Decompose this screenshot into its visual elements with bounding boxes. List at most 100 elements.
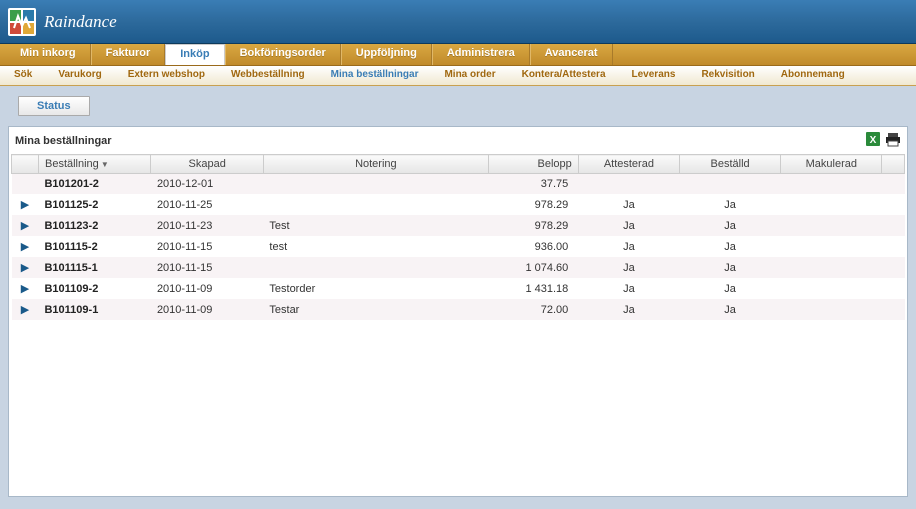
sub-tab-abonnemang[interactable]: Abonnemang xyxy=(773,66,853,85)
cell-amount: 978.29 xyxy=(488,215,578,236)
cell-attested: Ja xyxy=(578,278,679,299)
status-bar: Status xyxy=(8,86,908,126)
cell-ordered: Ja xyxy=(680,278,781,299)
cell-amount: 978.29 xyxy=(488,194,578,215)
cell-spacer xyxy=(882,236,905,257)
svg-text:X: X xyxy=(870,135,877,146)
expand-cell xyxy=(12,174,39,195)
cell-note: Testorder xyxy=(263,278,488,299)
sub-tab-kontera-attestera[interactable]: Kontera/Attestera xyxy=(514,66,614,85)
panel-header: Mina beställningar X xyxy=(11,129,905,154)
table-row[interactable]: B101201-22010-12-0137.75 xyxy=(12,174,905,195)
expand-cell[interactable]: ▶ xyxy=(12,215,39,236)
sub-tab-sök[interactable]: Sök xyxy=(6,66,40,85)
cell-note xyxy=(263,194,488,215)
cell-cancelled xyxy=(781,215,882,236)
col-ordered[interactable]: Beställd xyxy=(680,155,781,174)
cell-cancelled xyxy=(781,299,882,320)
expand-arrow-icon[interactable]: ▶ xyxy=(21,241,29,253)
status-button[interactable]: Status xyxy=(18,96,90,116)
sub-tab-bar: Sök Varukorg Extern webshop Webbeställning M… xyxy=(0,66,916,86)
cell-note: Test xyxy=(263,215,488,236)
expand-cell[interactable]: ▶ xyxy=(12,278,39,299)
table-row[interactable]: ▶B101123-22010-11-23Test978.29JaJa xyxy=(12,215,905,236)
app-header: Raindance xyxy=(0,0,916,44)
cell-attested: Ja xyxy=(578,299,679,320)
cell-note xyxy=(263,257,488,278)
cell-amount: 1 074.60 xyxy=(488,257,578,278)
main-tab-inköp[interactable]: Inköp xyxy=(165,44,224,65)
sub-tab-varukorg[interactable]: Varukorg xyxy=(50,66,109,85)
expand-cell[interactable]: ▶ xyxy=(12,236,39,257)
main-tab-uppföljning[interactable]: Uppföljning xyxy=(341,44,432,65)
expand-cell[interactable]: ▶ xyxy=(12,299,39,320)
panel-title: Mina beställningar xyxy=(15,135,112,147)
col-note[interactable]: Notering xyxy=(263,155,488,174)
cell-ordered: Ja xyxy=(680,236,781,257)
content-area: Status Mina beställningar X Beställning▼… xyxy=(0,86,916,509)
cell-spacer xyxy=(882,174,905,195)
cell-amount: 72.00 xyxy=(488,299,578,320)
sort-desc-icon: ▼ xyxy=(101,160,109,169)
excel-export-icon[interactable]: X xyxy=(865,131,881,150)
cell-cancelled xyxy=(781,236,882,257)
cell-created: 2010-11-25 xyxy=(151,194,263,215)
orders-table: Beställning▼ Skapad Notering Belopp Atte… xyxy=(11,154,905,320)
main-tab-min-inkorg[interactable]: Min inkorg xyxy=(6,44,91,65)
sub-tab-extern-webshop[interactable]: Extern webshop xyxy=(120,66,213,85)
sub-tab-webbeställning[interactable]: Webbeställning xyxy=(223,66,313,85)
table-row[interactable]: ▶B101115-12010-11-151 074.60JaJa xyxy=(12,257,905,278)
expand-cell[interactable]: ▶ xyxy=(12,194,39,215)
cell-attested: Ja xyxy=(578,194,679,215)
cell-amount: 37.75 xyxy=(488,174,578,195)
expand-arrow-icon[interactable]: ▶ xyxy=(21,262,29,274)
cell-created: 2010-11-23 xyxy=(151,215,263,236)
col-amount[interactable]: Belopp xyxy=(488,155,578,174)
expand-arrow-icon[interactable]: ▶ xyxy=(21,283,29,295)
cell-order: B101123-2 xyxy=(38,215,150,236)
expand-arrow-icon[interactable]: ▶ xyxy=(21,304,29,316)
col-order[interactable]: Beställning▼ xyxy=(38,155,150,174)
cell-order: B101109-2 xyxy=(38,278,150,299)
cell-created: 2010-11-15 xyxy=(151,257,263,278)
print-icon[interactable] xyxy=(885,131,901,150)
expand-arrow-icon[interactable]: ▶ xyxy=(21,220,29,232)
main-tab-bar: Min inkorgFakturorInköpBokföringsorderUp… xyxy=(0,44,916,66)
table-row[interactable]: ▶B101125-22010-11-25978.29JaJa xyxy=(12,194,905,215)
app-logo-icon xyxy=(8,8,36,36)
table-row[interactable]: ▶B101109-12010-11-09Testar72.00JaJa xyxy=(12,299,905,320)
cell-ordered: Ja xyxy=(680,215,781,236)
orders-panel: Mina beställningar X Beställning▼ Skapad… xyxy=(8,126,908,497)
col-attested[interactable]: Attesterad xyxy=(578,155,679,174)
cell-order: B101109-1 xyxy=(38,299,150,320)
col-spacer xyxy=(882,155,905,174)
cell-created: 2010-11-09 xyxy=(151,278,263,299)
sub-tab-mina-order[interactable]: Mina order xyxy=(436,66,503,85)
cell-spacer xyxy=(882,194,905,215)
main-tab-avancerat[interactable]: Avancerat xyxy=(530,44,613,65)
col-created[interactable]: Skapad xyxy=(151,155,263,174)
sub-tab-mina-beställningar[interactable]: Mina beställningar xyxy=(323,66,427,85)
cell-cancelled xyxy=(781,194,882,215)
table-row[interactable]: ▶B101109-22010-11-09Testorder1 431.18JaJ… xyxy=(12,278,905,299)
cell-spacer xyxy=(882,278,905,299)
main-tab-administrera[interactable]: Administrera xyxy=(432,44,530,65)
cell-spacer xyxy=(882,299,905,320)
cell-created: 2010-11-15 xyxy=(151,236,263,257)
cell-cancelled xyxy=(781,174,882,195)
cell-ordered xyxy=(680,174,781,195)
main-tab-bokföringsorder[interactable]: Bokföringsorder xyxy=(225,44,341,65)
cell-ordered: Ja xyxy=(680,194,781,215)
sub-tab-rekvisition[interactable]: Rekvisition xyxy=(693,66,762,85)
cell-attested: Ja xyxy=(578,215,679,236)
cell-order: B101115-1 xyxy=(38,257,150,278)
col-cancelled[interactable]: Makulerad xyxy=(781,155,882,174)
col-expand xyxy=(12,155,39,174)
table-row[interactable]: ▶B101115-22010-11-15test936.00JaJa xyxy=(12,236,905,257)
expand-arrow-icon[interactable]: ▶ xyxy=(21,199,29,211)
expand-cell[interactable]: ▶ xyxy=(12,257,39,278)
cell-spacer xyxy=(882,215,905,236)
cell-attested: Ja xyxy=(578,257,679,278)
sub-tab-leverans[interactable]: Leverans xyxy=(624,66,684,85)
main-tab-fakturor[interactable]: Fakturor xyxy=(91,44,166,65)
